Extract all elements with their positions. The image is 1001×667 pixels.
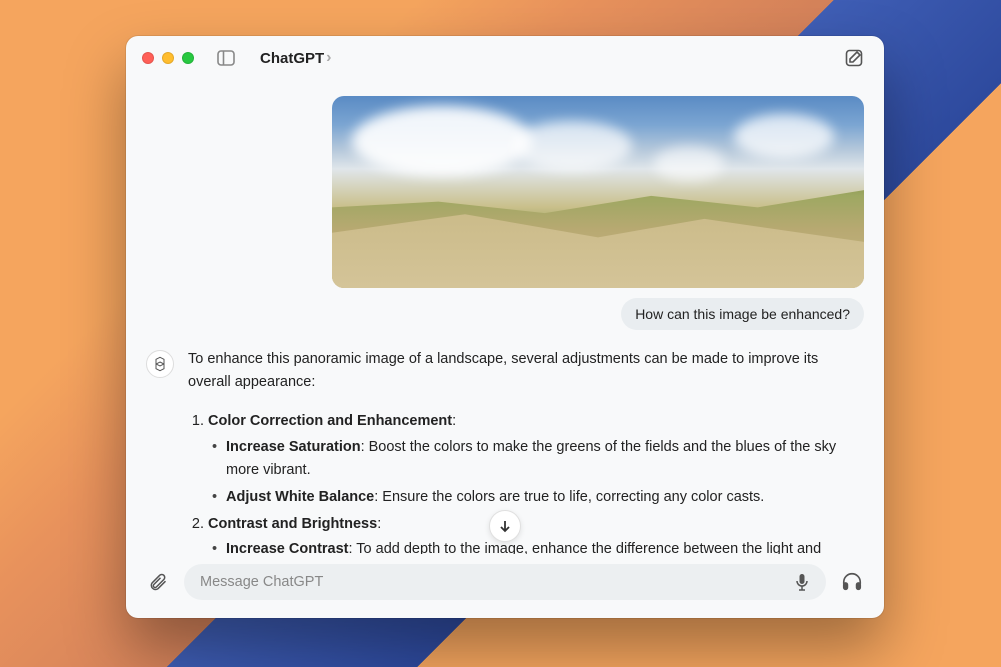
minimize-window-button[interactable] <box>162 52 174 64</box>
bullet-label: Increase Saturation <box>226 439 361 455</box>
bullet-label: Increase Contrast <box>226 541 349 554</box>
paperclip-icon <box>148 572 168 592</box>
voice-mode-button[interactable] <box>838 568 866 596</box>
app-title-text: ChatGPT <box>260 50 324 67</box>
close-window-button[interactable] <box>142 52 154 64</box>
bullet-label: Adjust White Balance <box>226 489 374 505</box>
assistant-avatar <box>146 350 174 378</box>
titlebar: ChatGPT › <box>126 36 884 80</box>
microphone-icon <box>794 573 810 591</box>
message-input[interactable] <box>200 574 782 590</box>
bullet-text: : Ensure the colors are true to life, co… <box>374 489 764 505</box>
traffic-lights <box>142 52 194 64</box>
list-item: Contrast and Brightness: Increase Contra… <box>208 513 854 554</box>
section-title: Contrast and Brightness <box>208 516 377 532</box>
user-message-bubble: How can this image be enhanced? <box>621 298 864 330</box>
user-message-block: How can this image be enhanced? <box>146 80 864 330</box>
scroll-down-button[interactable] <box>489 510 521 542</box>
input-area <box>126 554 884 618</box>
app-title[interactable]: ChatGPT › <box>260 49 332 67</box>
headphones-icon <box>841 571 863 593</box>
chatgpt-logo-icon <box>152 356 168 372</box>
compose-icon <box>844 48 864 68</box>
maximize-window-button[interactable] <box>182 52 194 64</box>
sidebar-icon <box>217 50 235 66</box>
sidebar-toggle-button[interactable] <box>214 46 238 70</box>
uploaded-image[interactable] <box>332 96 864 288</box>
attach-button[interactable] <box>144 568 172 596</box>
list-item: Increase Saturation: Boost the colors to… <box>226 436 854 482</box>
assistant-intro-text: To enhance this panoramic image of a lan… <box>188 348 854 394</box>
assistant-message-content: To enhance this panoramic image of a lan… <box>188 348 864 554</box>
bullet-text: : To add depth to the image, enhance the… <box>349 541 822 554</box>
mic-button[interactable] <box>790 570 814 594</box>
conversation-area: How can this image be enhanced? To enhan… <box>126 80 884 554</box>
arrow-down-icon <box>498 519 512 533</box>
list-item: Increase Contrast: To add depth to the i… <box>226 538 854 554</box>
list-item: Adjust White Balance: Ensure the colors … <box>226 486 854 509</box>
app-window: ChatGPT › <box>126 36 884 618</box>
user-message-text: How can this image be enhanced? <box>635 306 850 322</box>
section-title: Color Correction and Enhancement <box>208 413 452 429</box>
message-input-container <box>184 564 826 600</box>
compose-button[interactable] <box>840 44 868 72</box>
chevron-right-icon: › <box>326 49 331 67</box>
list-item: Color Correction and Enhancement: Increa… <box>208 410 854 509</box>
